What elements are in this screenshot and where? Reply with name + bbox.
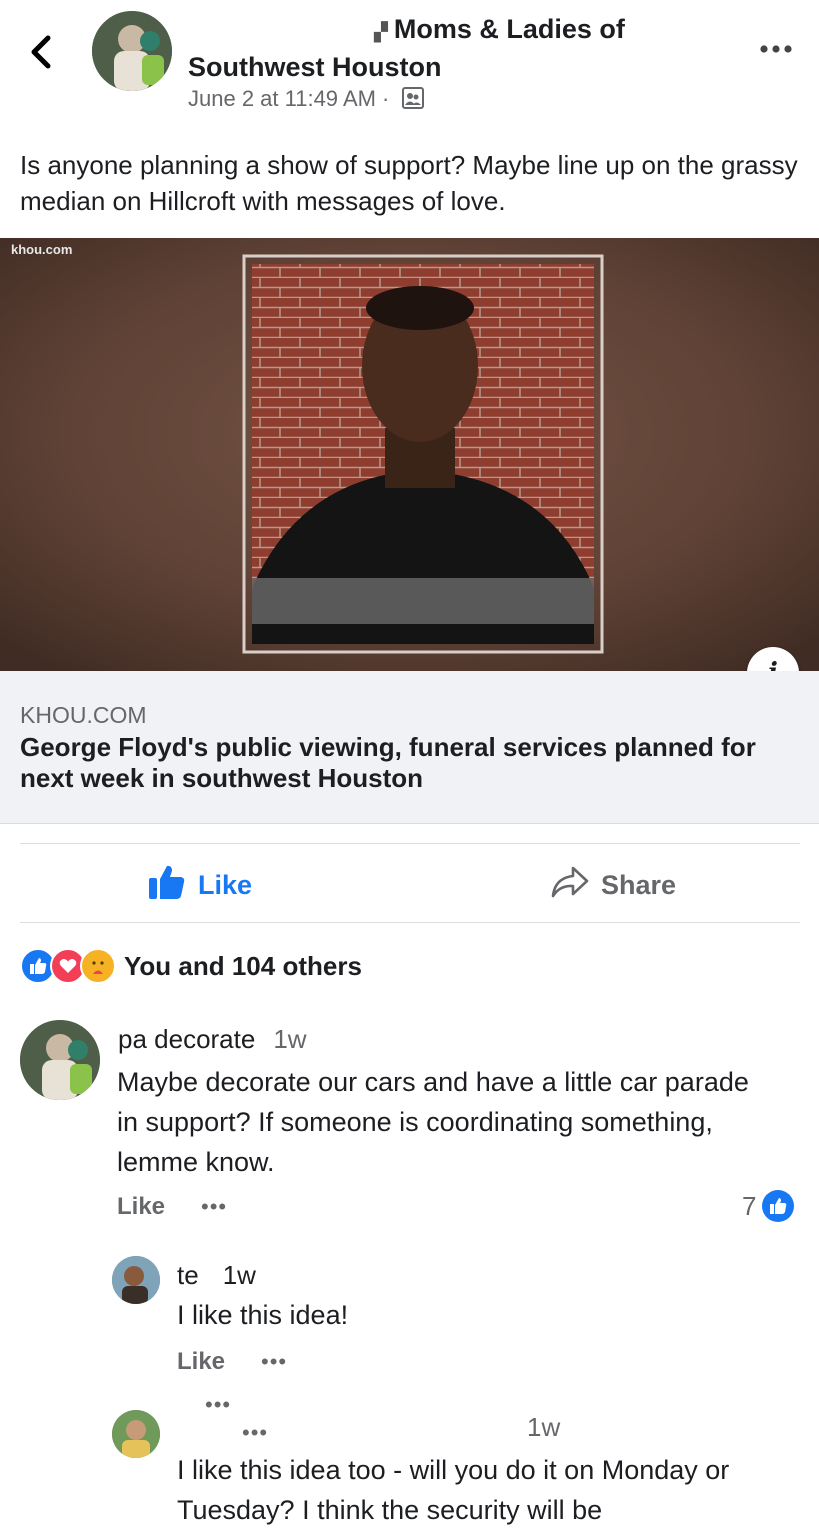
comment-more-icon[interactable]: ••• xyxy=(201,1194,227,1220)
more-options-icon[interactable] xyxy=(756,37,796,61)
post-timestamp[interactable]: June 2 at 11:49 AM · xyxy=(188,86,389,111)
back-arrow-icon[interactable] xyxy=(22,28,62,76)
reply-header: te 1w xyxy=(177,1260,256,1291)
reply-time[interactable]: 1w xyxy=(223,1260,256,1291)
link-domain: KHOU.COM xyxy=(20,702,147,728)
image-source-watermark: khou.com xyxy=(11,242,73,257)
reactions-summary[interactable]: You and 104 others xyxy=(20,946,362,986)
link-title[interactable]: George Floyd's public viewing, funeral s… xyxy=(20,732,800,794)
reply-like-button[interactable]: Like xyxy=(177,1348,225,1376)
reactions-text: You and 104 others xyxy=(124,950,362,981)
group-icon: ▞ xyxy=(374,22,388,42)
link-preview-image[interactable] xyxy=(0,238,819,671)
comment-time[interactable]: 1w xyxy=(273,1024,306,1055)
group-name[interactable]: ▞ Moms & Ladies of Southwest Houston xyxy=(188,12,708,85)
care-icon xyxy=(80,948,116,984)
like-button[interactable]: Like xyxy=(148,860,252,910)
group-avatar[interactable] xyxy=(92,11,172,91)
comment-like-button[interactable]: Like xyxy=(117,1193,165,1221)
comment-text: Maybe decorate our cars and have a littl… xyxy=(117,1067,749,1177)
share-arrow-icon xyxy=(551,865,601,906)
divider xyxy=(20,922,800,923)
share-button[interactable]: Share xyxy=(551,860,676,910)
more-replies-icon[interactable]: ••• xyxy=(205,1392,231,1418)
reply-time[interactable]: 1w xyxy=(527,1412,560,1443)
comment-header: pa decorate 1w xyxy=(118,1024,307,1055)
comment-author[interactable]: pa decorate xyxy=(118,1024,255,1055)
divider xyxy=(20,843,800,844)
replier-avatar[interactable] xyxy=(112,1410,160,1458)
commenter-avatar[interactable] xyxy=(20,1020,100,1100)
reply-author[interactable]: te xyxy=(177,1260,199,1291)
post-meta: June 2 at 11:49 AM · xyxy=(188,86,424,115)
reply-more-icon[interactable]: ••• xyxy=(261,1349,287,1375)
reply-actions: Like ••• xyxy=(177,1348,287,1376)
thumbs-up-icon xyxy=(148,864,198,907)
group-members-icon xyxy=(401,87,424,115)
comment-reaction-count[interactable]: 7 xyxy=(742,1190,795,1222)
replier-avatar[interactable] xyxy=(112,1256,160,1304)
reply-text: I like this idea! xyxy=(177,1300,349,1330)
post-text: Is anyone planning a show of support? Ma… xyxy=(20,150,798,216)
comment-actions: Like ••• xyxy=(117,1193,227,1221)
like-icon xyxy=(762,1190,795,1222)
reply-more-icon[interactable]: ••• xyxy=(242,1420,268,1446)
reply-text: I like this idea too - will you do it on… xyxy=(177,1455,730,1525)
